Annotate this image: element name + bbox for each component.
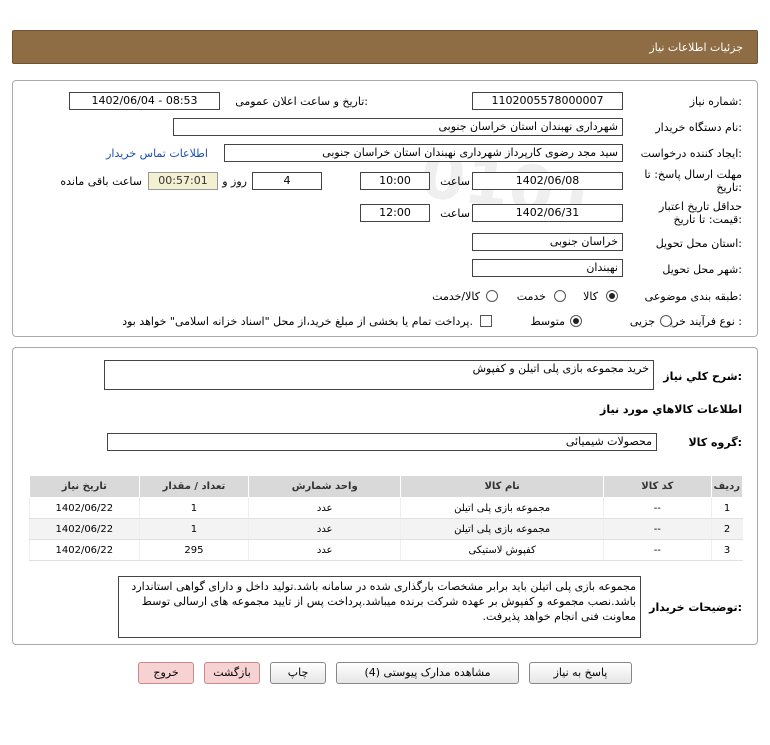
- col-qty: تعداد / مقدار: [138, 475, 250, 498]
- goods-group-label: گروه کالا:: [688, 436, 742, 449]
- col-name: نام کالا: [400, 475, 605, 498]
- general-desc-label: شرح کلي نياز:: [663, 370, 742, 383]
- table-row: 3 -- کفپوش لاستیکی عدد 295 1402/06/22: [29, 539, 743, 561]
- general-desc-field: خرید مجموعه بازی پلی اتیلن و کفپوش: [104, 360, 654, 390]
- category-service-label: خدمت: [516, 290, 546, 303]
- cell-date: 1402/06/22: [29, 539, 140, 561]
- cell-name: مجموعه بازی پلی اتیلن: [400, 497, 604, 519]
- announce-label: تاریخ و ساعت اعلان عمومی:: [235, 95, 368, 108]
- goods-info-title: اطلاعات کالاهاي مورد نياز: [600, 403, 742, 416]
- cell-code: --: [603, 497, 712, 519]
- buyer-notes-field: مجموعه بازی پلی اتیلن باید برابر مشخصات …: [118, 576, 641, 638]
- requester-field: سید مجد رضوی کارپرداز شهرداری نهبندان اس…: [224, 144, 623, 162]
- deadline-time-label: ساعت: [440, 175, 470, 188]
- need-number-label: شماره نیاز:: [689, 95, 742, 108]
- items-table: ردیف کد کالا نام کالا واحد شمارش تعداد /…: [29, 475, 744, 561]
- validity-time-field: 12:00: [360, 204, 430, 222]
- validity-label: حداقل تاریخ اعتبار: [658, 200, 742, 213]
- back-button[interactable]: بازگشت: [204, 662, 260, 684]
- buyer-org-field: شهرداری نهبندان استان خراسان جنوبی: [173, 118, 623, 136]
- buyer-notes-label: توضیحات خریدار:: [649, 601, 742, 614]
- cell-date: 1402/06/22: [29, 518, 140, 540]
- process-label: نوع فرآیند خرید :: [664, 315, 742, 328]
- buyer-contact-link[interactable]: اطلاعات تماس خریدار: [106, 147, 208, 160]
- page-title: جزئیات اطلاعات نیاز: [649, 41, 743, 54]
- col-row: ردیف: [710, 475, 744, 498]
- announce-field: 1402/06/04 - 08:53: [69, 92, 220, 110]
- city-field: نهبندان: [472, 259, 623, 277]
- remaining-label: ساعت باقی مانده: [60, 175, 142, 188]
- days-label: روز و: [222, 175, 247, 188]
- exit-button[interactable]: خروج: [138, 662, 194, 684]
- city-label: شهر محل تحویل:: [662, 263, 742, 276]
- treasury-checkbox[interactable]: [480, 315, 492, 327]
- category-goods-service-label: کالا/خدمت: [432, 290, 480, 303]
- need-number-field: 1102005578000007: [472, 92, 623, 110]
- process-radio-minor[interactable]: [660, 315, 672, 327]
- cell-code: --: [603, 539, 712, 561]
- cell-qty: 1: [138, 518, 249, 540]
- process-medium-label: متوسط: [530, 315, 565, 328]
- cell-unit: عدد: [248, 539, 401, 561]
- cell-unit: عدد: [248, 518, 401, 540]
- buyer-org-label: نام دستگاه خریدار:: [655, 121, 742, 134]
- category-radio-goods[interactable]: [606, 290, 618, 302]
- province-label: استان محل تحویل:: [655, 237, 742, 250]
- process-minor-label: جزیی: [629, 315, 655, 328]
- cell-row: 1: [710, 497, 743, 519]
- cell-code: --: [603, 518, 712, 540]
- col-unit: واحد شمارش: [248, 475, 402, 498]
- attachments-button[interactable]: مشاهده مدارک پیوستی (4): [336, 662, 519, 684]
- process-radio-medium[interactable]: [570, 315, 582, 327]
- province-field: خراسان جنوبی: [472, 233, 623, 251]
- table-header-row: ردیف کد کالا نام کالا واحد شمارش تعداد /…: [29, 475, 744, 498]
- cell-name: مجموعه بازی پلی اتیلن: [400, 518, 604, 540]
- table-row: 2 -- مجموعه بازی پلی اتیلن عدد 1 1402/06…: [29, 518, 743, 540]
- print-button[interactable]: چاپ: [270, 662, 326, 684]
- deadline-label: مهلت ارسال پاسخ: تا: [644, 168, 742, 181]
- days-field: 4: [252, 172, 322, 190]
- cell-row: 3: [710, 539, 743, 561]
- deadline-date-field: 1402/06/08: [472, 172, 623, 190]
- cell-qty: 295: [138, 539, 249, 561]
- cell-name: کفپوش لاستیکی: [400, 539, 604, 561]
- col-code: کد کالا: [603, 475, 712, 498]
- validity-label-2: قیمت: تا تاریخ:: [673, 213, 742, 226]
- category-label: طبقه بندی موضوعی:: [644, 290, 742, 303]
- remaining-time-field: 00:57:01: [148, 172, 218, 190]
- reply-button[interactable]: پاسخ به نیاز: [529, 662, 632, 684]
- deadline-label-2: تاریخ:: [716, 181, 742, 194]
- category-goods-label: کالا: [583, 290, 598, 303]
- goods-group-field: محصولات شیمیائی: [107, 433, 657, 451]
- requester-label: ایجاد کننده درخواست:: [640, 147, 742, 160]
- category-radio-service[interactable]: [554, 290, 566, 302]
- cell-row: 2: [710, 518, 743, 540]
- cell-unit: عدد: [248, 497, 401, 519]
- category-radio-goods-service[interactable]: [486, 290, 498, 302]
- deadline-time-field: 10:00: [360, 172, 430, 190]
- page-header: جزئیات اطلاعات نیاز: [12, 30, 758, 64]
- cell-qty: 1: [138, 497, 249, 519]
- cell-date: 1402/06/22: [29, 497, 140, 519]
- col-date: تاریخ نیاز: [29, 475, 140, 498]
- treasury-note: پرداخت تمام یا بخشی از مبلغ خرید،از محل …: [122, 315, 473, 328]
- table-row: 1 -- مجموعه بازی پلی اتیلن عدد 1 1402/06…: [29, 497, 743, 519]
- validity-date-field: 1402/06/31: [472, 204, 623, 222]
- validity-time-label: ساعت: [440, 207, 470, 220]
